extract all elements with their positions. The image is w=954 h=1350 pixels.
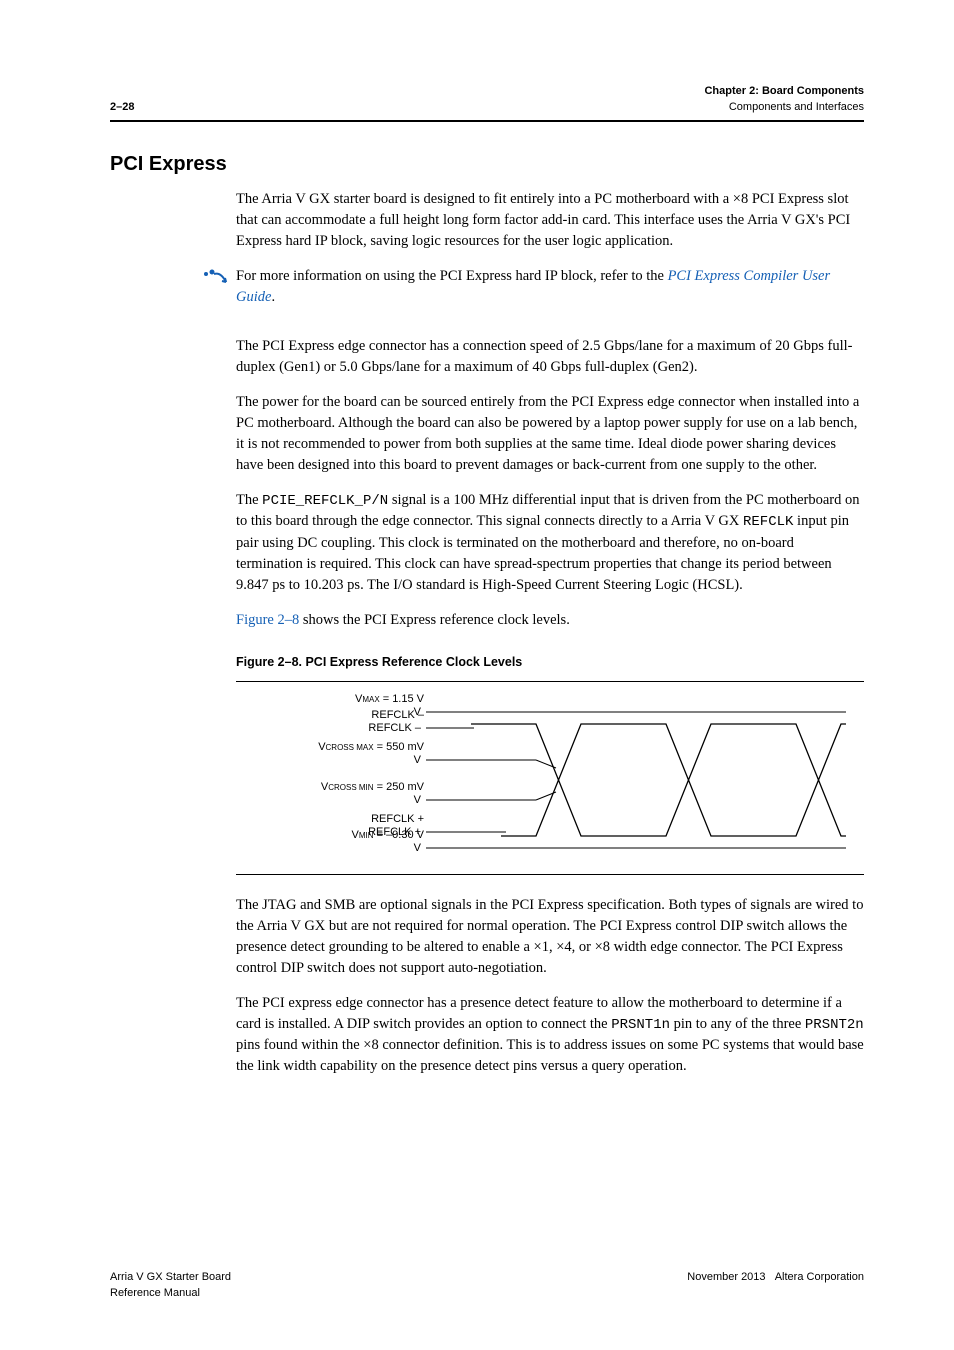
header-right: Chapter 2: Board Components Components a…: [704, 84, 864, 116]
fig-label-vmin: VMIN = –0.30 V: [352, 828, 424, 844]
fig-label-refclk-plus: REFCLK +: [371, 812, 424, 828]
body-paragraph: The JTAG and SMB are optional signals in…: [236, 895, 864, 979]
footer-doc-title: Arria V GX Starter Board Reference Manua…: [110, 1270, 231, 1302]
figure-ref-link[interactable]: Figure 2–8: [236, 612, 299, 628]
signal-name: PRSNT2n: [805, 1017, 864, 1033]
text-run: pin to any of the three: [670, 1016, 805, 1032]
figure-body: V REFCLK – V V REFCLK + V VMAX = 1.15 V …: [236, 681, 864, 875]
page-number: 2–28: [110, 100, 134, 116]
note-prefix: For more information on using the PCI Ex…: [236, 268, 668, 284]
body-paragraph: Figure 2–8 shows the PCI Express referen…: [236, 610, 864, 631]
signal-name: REFCLK: [743, 514, 793, 530]
body-paragraph: The PCI Express edge connector has a con…: [236, 336, 864, 378]
footer-line2: Reference Manual: [110, 1287, 200, 1299]
note-text: For more information on using the PCI Ex…: [236, 266, 864, 308]
page-footer: Arria V GX Starter Board Reference Manua…: [110, 1270, 864, 1302]
body-paragraph: The PCIE_REFCLK_P/N signal is a 100 MHz …: [236, 490, 864, 596]
fig-label-refclk-minus: REFCLK –: [371, 708, 424, 724]
footer-corp: Altera Corporation: [775, 1271, 864, 1283]
text-run: shows the PCI Express reference clock le…: [299, 612, 570, 628]
body-paragraph: The Arria V GX starter board is designed…: [236, 189, 864, 252]
body-paragraph: The power for the board can be sourced e…: [236, 392, 864, 476]
page-header: 2–28 Chapter 2: Board Components Compone…: [110, 84, 864, 122]
signal-name: PRSNT1n: [611, 1017, 670, 1033]
section-heading: PCI Express: [110, 150, 864, 179]
body-paragraph: The PCI express edge connector has a pre…: [236, 993, 864, 1077]
fig-label-vmax: VMAX = 1.15 V: [355, 692, 424, 708]
signal-name: PCIE_REFCLK_P/N: [262, 493, 388, 509]
footer-meta: November 2013 Altera Corporation: [687, 1270, 864, 1302]
info-icon: [202, 268, 230, 286]
chapter-title: Chapter 2: Board Components: [704, 84, 864, 100]
chapter-subsection: Components and Interfaces: [704, 100, 864, 116]
fig-label-vcross-max: VCROSS MAX = 550 mV: [318, 740, 424, 756]
text-run: pins found within the ×8 connector defin…: [236, 1037, 864, 1074]
note-suffix: .: [271, 289, 275, 305]
figure-caption: Figure 2–8. PCI Express Reference Clock …: [236, 653, 864, 671]
footer-date: November 2013: [687, 1271, 765, 1283]
fig-label-vcross-min: VCROSS MIN = 250 mV: [321, 780, 424, 796]
info-note: For more information on using the PCI Ex…: [110, 266, 864, 322]
footer-line1: Arria V GX Starter Board: [110, 1271, 231, 1283]
text-run: The: [236, 492, 262, 508]
